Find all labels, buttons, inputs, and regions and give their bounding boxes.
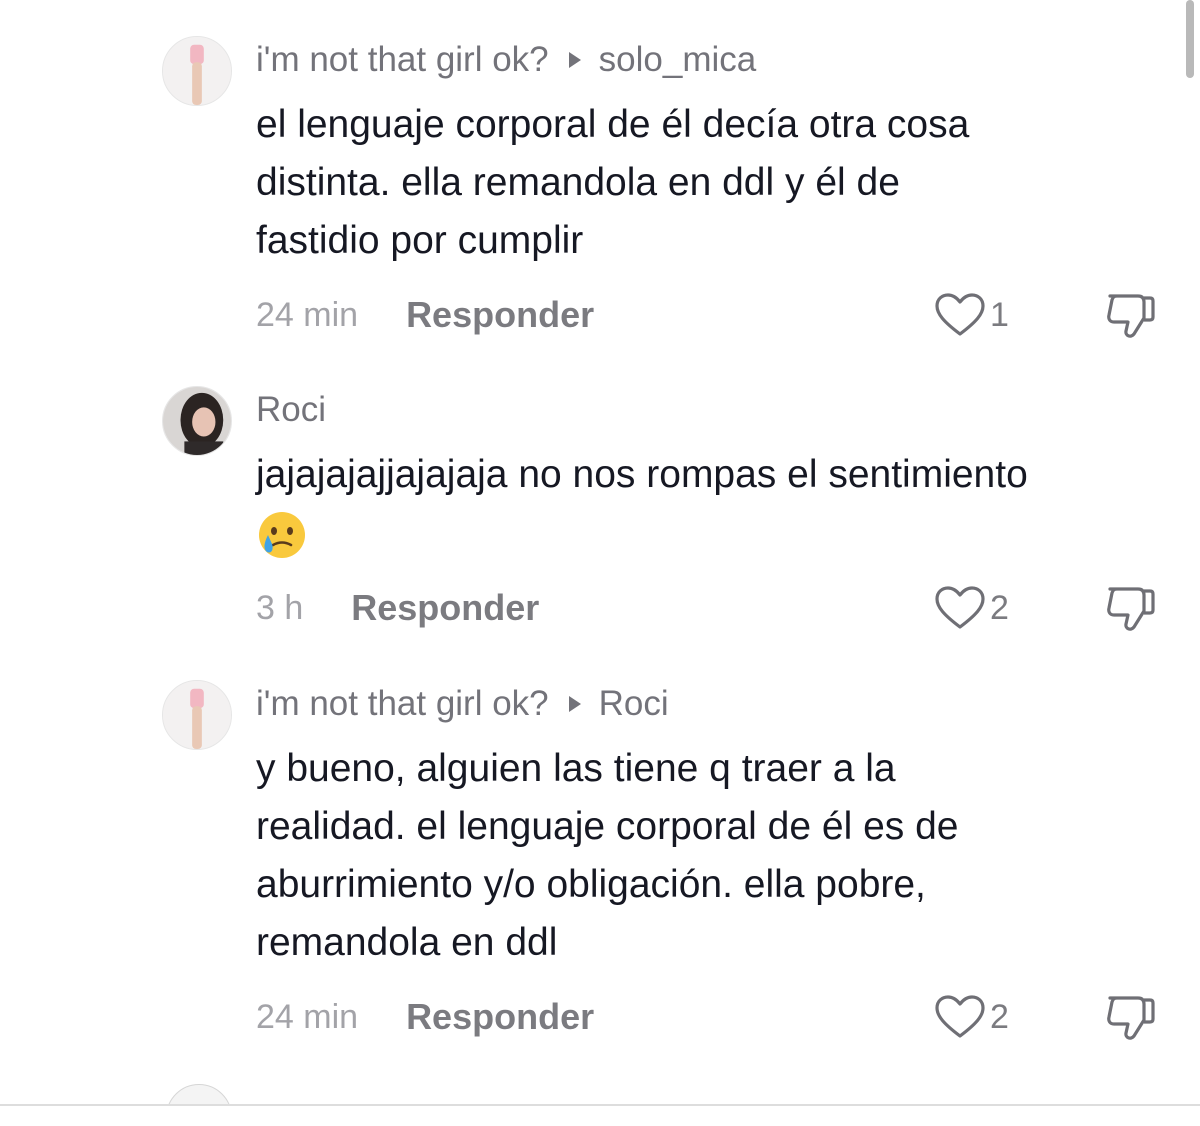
like-count: 2 xyxy=(990,997,1009,1036)
comment-text: el lenguaje corporal de él decía otra co… xyxy=(256,96,1186,270)
like-button[interactable]: 2 xyxy=(934,586,1009,630)
avatar[interactable] xyxy=(162,36,232,106)
reply-arrow-icon xyxy=(568,52,581,68)
comment-text-line: distinta. ella remandola en ddl y él de xyxy=(256,161,900,204)
comment-time: 3 h xyxy=(256,588,304,627)
heart-outline-icon xyxy=(935,586,985,629)
comment-time: 24 min xyxy=(256,295,359,334)
reply-to-name[interactable]: Roci xyxy=(599,684,669,724)
author-name[interactable]: Roci xyxy=(256,390,326,430)
author-name[interactable]: i'm not that girl ok? xyxy=(256,40,549,80)
reply-button[interactable]: Responder xyxy=(406,996,594,1038)
comment-header: i'm not that girl ok? Roci xyxy=(256,684,669,724)
heart-outline-icon xyxy=(935,995,985,1038)
like-button[interactable]: 1 xyxy=(934,293,1009,337)
avatar[interactable] xyxy=(162,680,232,750)
comment-meta: 3 h Responder xyxy=(256,586,539,630)
thumbs-down-outline-icon xyxy=(1107,587,1155,631)
comment-text-line: jajajajajjajajaja no nos rompas el senti… xyxy=(256,453,1028,496)
hand-photo-avatar-image xyxy=(163,37,231,105)
comment-text-line: el lenguaje corporal de él decía otra co… xyxy=(256,103,970,146)
comment-text-line: aburrimiento y/o obligación. ella pobre, xyxy=(256,863,926,906)
thumbs-down-outline-icon xyxy=(1107,996,1155,1040)
author-name[interactable]: i'm not that girl ok? xyxy=(256,684,549,724)
thumbs-down-outline-icon xyxy=(1107,294,1155,338)
like-count: 2 xyxy=(990,588,1009,627)
reply-to-name[interactable]: solo_mica xyxy=(599,40,757,80)
comment-header: Roci xyxy=(256,390,326,430)
comment-text: jajajajajjajajaja no nos rompas el senti… xyxy=(256,446,1186,562)
comment-text-line: realidad. el lenguaje corporal de él es … xyxy=(256,805,959,848)
crying-face-emoji xyxy=(256,509,308,561)
hand-photo-avatar-image xyxy=(163,681,231,749)
comment-text-line: fastidio por cumplir xyxy=(256,219,584,262)
scrollbar[interactable] xyxy=(1186,0,1194,78)
heart-outline-icon xyxy=(935,293,985,336)
bottom-divider xyxy=(0,1104,1200,1106)
reply-arrow-icon xyxy=(568,696,581,712)
dislike-button[interactable] xyxy=(1104,292,1156,340)
comment-text: y bueno, alguien las tiene q traer a la … xyxy=(256,740,1186,972)
dislike-button[interactable] xyxy=(1104,994,1156,1042)
comment-text-line: remandola en ddl xyxy=(256,921,558,964)
reply-button[interactable]: Responder xyxy=(406,294,594,336)
like-button[interactable]: 2 xyxy=(934,995,1009,1039)
next-comment-avatar[interactable] xyxy=(166,1084,232,1104)
reply-button[interactable]: Responder xyxy=(351,587,539,629)
dislike-button[interactable] xyxy=(1104,585,1156,633)
like-count: 1 xyxy=(990,295,1009,334)
comment-text-line: y bueno, alguien las tiene q traer a la xyxy=(256,747,896,790)
comment-meta: 24 min Responder xyxy=(256,995,594,1039)
comment-time: 24 min xyxy=(256,997,359,1036)
comment-text-line xyxy=(256,504,1186,562)
comment-meta: 24 min Responder xyxy=(256,293,594,337)
woman-photo-avatar-image xyxy=(163,387,231,455)
avatar[interactable] xyxy=(162,386,232,456)
comment-header: i'm not that girl ok? solo_mica xyxy=(256,40,756,80)
